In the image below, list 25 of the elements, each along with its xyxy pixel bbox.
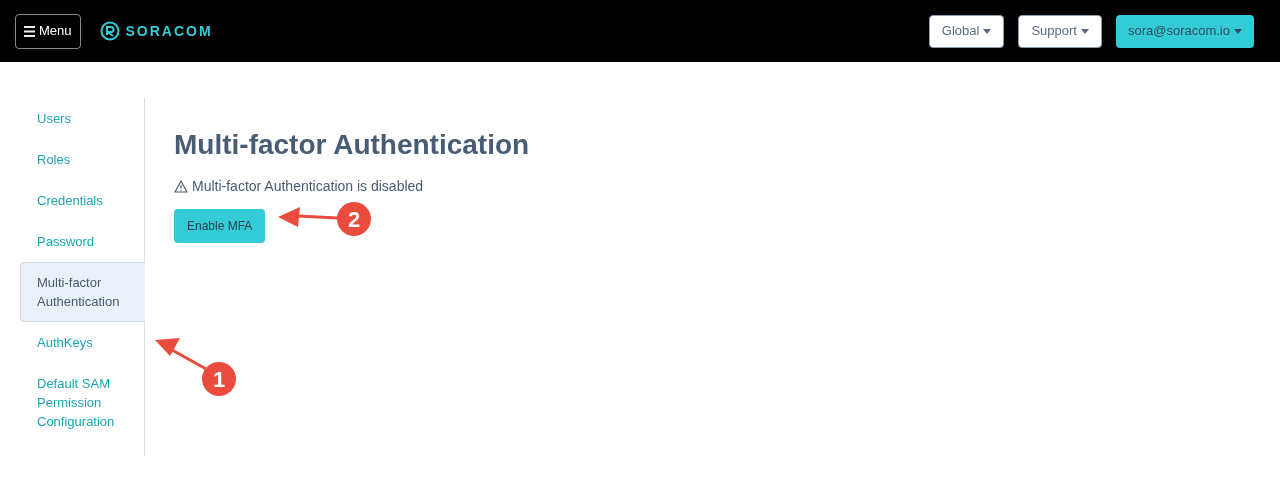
warning-icon — [174, 180, 188, 193]
logo-text: SORACOM — [125, 21, 213, 41]
callout-number: 1 — [202, 362, 236, 396]
dropdown-button[interactable]: Support — [1018, 14, 1102, 48]
menu-button[interactable]: Menu — [15, 13, 81, 49]
dropdown-button[interactable]: sora@soracom.io — [1115, 14, 1254, 48]
dropdown-button[interactable]: Global — [928, 14, 1005, 48]
caret-icon — [983, 28, 992, 34]
logo-icon — [99, 21, 120, 41]
sidebar-item[interactable]: Credentials — [20, 180, 145, 221]
callout-number: 2 — [337, 202, 371, 236]
sidebar-item[interactable]: Default SAM Permission Configuration — [20, 363, 145, 442]
enable-mfa-button[interactable]: Enable MFA — [174, 209, 266, 243]
sidebar-item[interactable]: Users — [20, 98, 145, 139]
status-text: Multi-factor Authentication is disabled — [192, 177, 424, 196]
sidebar-item[interactable]: Roles — [20, 139, 145, 180]
sidebar-item[interactable]: Multi-factor Authentication — [20, 262, 145, 322]
page-title: Multi-factor Authentication — [174, 128, 530, 162]
caret-icon — [1080, 28, 1089, 34]
sidebar-item[interactable]: Password — [20, 221, 145, 262]
caret-icon — [1234, 28, 1242, 34]
arrow-callout — [155, 338, 209, 372]
menu-icon — [24, 25, 35, 37]
arrow-callout — [278, 207, 339, 227]
sidebar-item[interactable]: AuthKeys — [20, 322, 145, 363]
